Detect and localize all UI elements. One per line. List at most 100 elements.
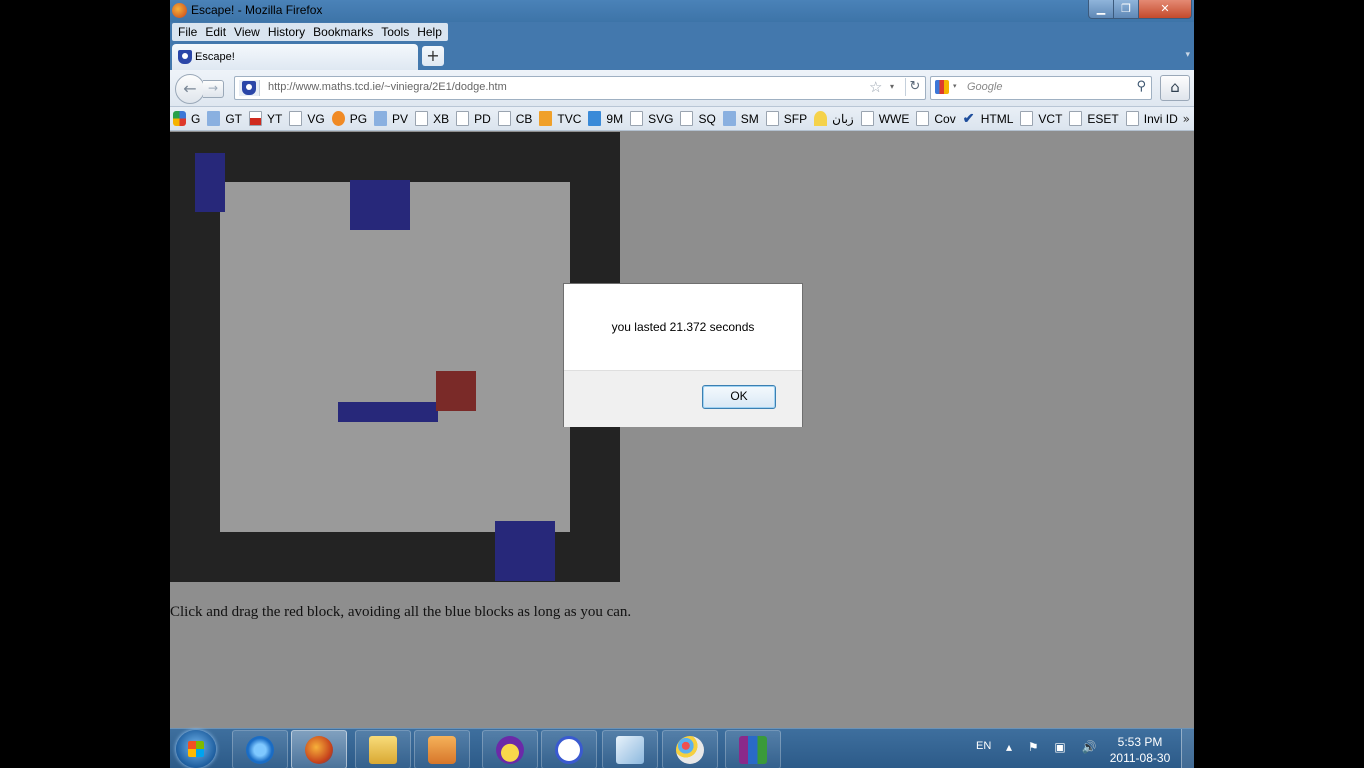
bookmark-star-icon[interactable]: ☆ xyxy=(869,78,882,96)
check-bookmark-icon: ✔ xyxy=(962,110,975,126)
google-engine-icon[interactable] xyxy=(935,80,949,94)
url-text[interactable]: http://www.maths.tcd.ie/~viniegra/2E1/do… xyxy=(268,81,507,93)
menu-help[interactable]: Help xyxy=(413,23,446,41)
close-button[interactable]: ✕ xyxy=(1138,0,1192,19)
bookmark-item[interactable]: VCT xyxy=(1020,111,1062,126)
bookmarks-toolbar: G GT YT VG PG PV XB PD CB TVC 9M SVG SQ SM SFP زبان WWE C… xyxy=(170,107,1194,131)
system-clock[interactable]: 5:53 PM 2011-08-30 xyxy=(1100,734,1180,766)
menu-history[interactable]: History xyxy=(264,23,309,41)
menu-view[interactable]: View xyxy=(230,23,264,41)
forward-button[interactable]: → xyxy=(203,80,224,98)
menu-edit[interactable]: Edit xyxy=(201,23,230,41)
page-bookmark-icon xyxy=(916,111,930,126)
bookmark-item[interactable]: PD xyxy=(456,111,491,126)
tab-bar: Escape! + ▾ xyxy=(170,42,1194,70)
start-button[interactable] xyxy=(176,730,216,768)
blue-block xyxy=(495,521,555,581)
bookmark-item[interactable]: Invi ID xyxy=(1125,111,1178,126)
new-tab-button[interactable]: + xyxy=(422,46,444,66)
site-identity-button[interactable] xyxy=(239,80,260,96)
tab-escape[interactable]: Escape! xyxy=(172,44,418,70)
taskbar-internet-explorer[interactable] xyxy=(232,730,288,768)
search-input[interactable]: Google xyxy=(967,81,1002,93)
bookmark-label: TVC xyxy=(557,111,582,126)
bookmark-item[interactable]: SM xyxy=(722,111,759,126)
firefox-icon xyxy=(305,736,333,764)
home-button[interactable]: ⌂ xyxy=(1160,75,1190,101)
taskbar-yahoo-messenger[interactable] xyxy=(482,730,538,768)
firefox-window: Escape! - Mozilla Firefox ▁ ❐ ✕ File Edi… xyxy=(170,0,1194,768)
alert-footer: OK xyxy=(564,370,802,427)
bookmark-label: VCT xyxy=(1038,111,1063,126)
taskbar-winrar[interactable] xyxy=(725,730,781,768)
bookmark-item[interactable]: PV xyxy=(374,111,408,126)
bookmark-label: SQ xyxy=(698,111,716,126)
winrar-icon xyxy=(739,736,767,764)
back-forward-group: ← → xyxy=(175,74,227,104)
blue-block xyxy=(338,402,438,422)
url-history-dropdown-icon[interactable]: ▾ xyxy=(890,82,894,91)
taskbar-firefox[interactable] xyxy=(291,730,347,768)
bookmark-item[interactable]: TVC xyxy=(539,111,581,126)
bookmark-item[interactable]: Cov xyxy=(916,111,956,126)
bookmark-item[interactable]: SVG xyxy=(630,111,673,126)
bookmark-item[interactable]: ESET xyxy=(1069,111,1119,126)
language-indicator[interactable]: EN xyxy=(976,740,991,752)
bookmark-label: HTML xyxy=(980,111,1014,126)
site-favicon-icon xyxy=(178,50,192,64)
search-engine-dropdown-icon[interactable]: ▾ xyxy=(953,82,957,90)
bookmark-item[interactable]: WWE xyxy=(860,111,909,126)
page-bookmark-icon xyxy=(1020,111,1034,126)
taskbar-app-d[interactable] xyxy=(541,730,597,768)
page-content: Click and drag the red block, avoiding a… xyxy=(170,132,1194,728)
taskbar-media-player[interactable] xyxy=(414,730,470,768)
minimize-button[interactable]: ▁ xyxy=(1088,0,1114,19)
blue-block xyxy=(195,153,225,212)
gt-bookmark-icon xyxy=(722,111,736,126)
bookmark-item[interactable]: VG xyxy=(289,111,325,126)
menu-bookmarks[interactable]: Bookmarks xyxy=(309,23,377,41)
restore-button[interactable]: ❐ xyxy=(1113,0,1139,19)
bookmarks-chevron-icon[interactable]: » xyxy=(1183,112,1190,126)
url-bar[interactable]: http://www.maths.tcd.ie/~viniegra/2E1/do… xyxy=(234,76,926,100)
taskbar-paint[interactable] xyxy=(662,730,718,768)
taskbar-file-explorer[interactable] xyxy=(355,730,411,768)
show-desktop-button[interactable] xyxy=(1181,729,1194,768)
system-tray-icons[interactable]: ▴ ⚑ ▣ 🔊 xyxy=(1006,740,1103,754)
bookmark-item[interactable]: SFP xyxy=(765,111,808,126)
bookmark-label: YT xyxy=(267,111,283,126)
notepad-icon xyxy=(616,736,644,764)
ok-button[interactable]: OK xyxy=(702,385,776,409)
bookmark-label: CB xyxy=(515,111,533,126)
blue-bookmark-icon xyxy=(588,111,602,126)
search-icon[interactable]: ⚲ xyxy=(1136,79,1146,94)
bookmark-item[interactable]: CB xyxy=(497,111,533,126)
taskbar-notepad[interactable] xyxy=(602,730,658,768)
folder-icon xyxy=(369,736,397,764)
bookmark-item[interactable]: زبان xyxy=(814,111,854,126)
menu-file[interactable]: File xyxy=(174,23,201,41)
red-block[interactable] xyxy=(436,371,476,411)
reload-icon[interactable]: ↻ xyxy=(905,78,924,96)
window-title: Escape! - Mozilla Firefox xyxy=(191,3,323,17)
bookmark-item[interactable]: PG xyxy=(331,111,367,126)
menu-tools[interactable]: Tools xyxy=(377,23,413,41)
title-bar[interactable]: Escape! - Mozilla Firefox ▁ ❐ ✕ xyxy=(170,0,1194,22)
bookmark-label: SFP xyxy=(783,111,808,126)
bookmark-label: زبان xyxy=(832,111,854,126)
game-arena xyxy=(220,182,570,532)
bookmark-item[interactable]: ✔ HTML xyxy=(963,111,1014,126)
bookmark-item[interactable]: XB xyxy=(415,111,449,126)
tab-list-icon[interactable]: ▾ xyxy=(1185,50,1190,60)
bookmark-item[interactable]: SQ xyxy=(680,111,716,126)
bookmark-item[interactable]: 9M xyxy=(588,111,623,126)
d-app-icon xyxy=(555,736,583,764)
search-bar[interactable]: ▾ Google ⚲ xyxy=(930,76,1152,100)
bookmark-item[interactable]: YT xyxy=(249,111,282,126)
firefox-icon xyxy=(172,3,187,18)
back-button[interactable]: ← xyxy=(175,74,205,104)
bookmark-item[interactable]: G xyxy=(173,111,200,126)
bookmark-item[interactable]: GT xyxy=(207,111,242,126)
gt-bookmark-icon xyxy=(374,111,388,126)
clock-date: 2011-08-30 xyxy=(1109,751,1171,765)
